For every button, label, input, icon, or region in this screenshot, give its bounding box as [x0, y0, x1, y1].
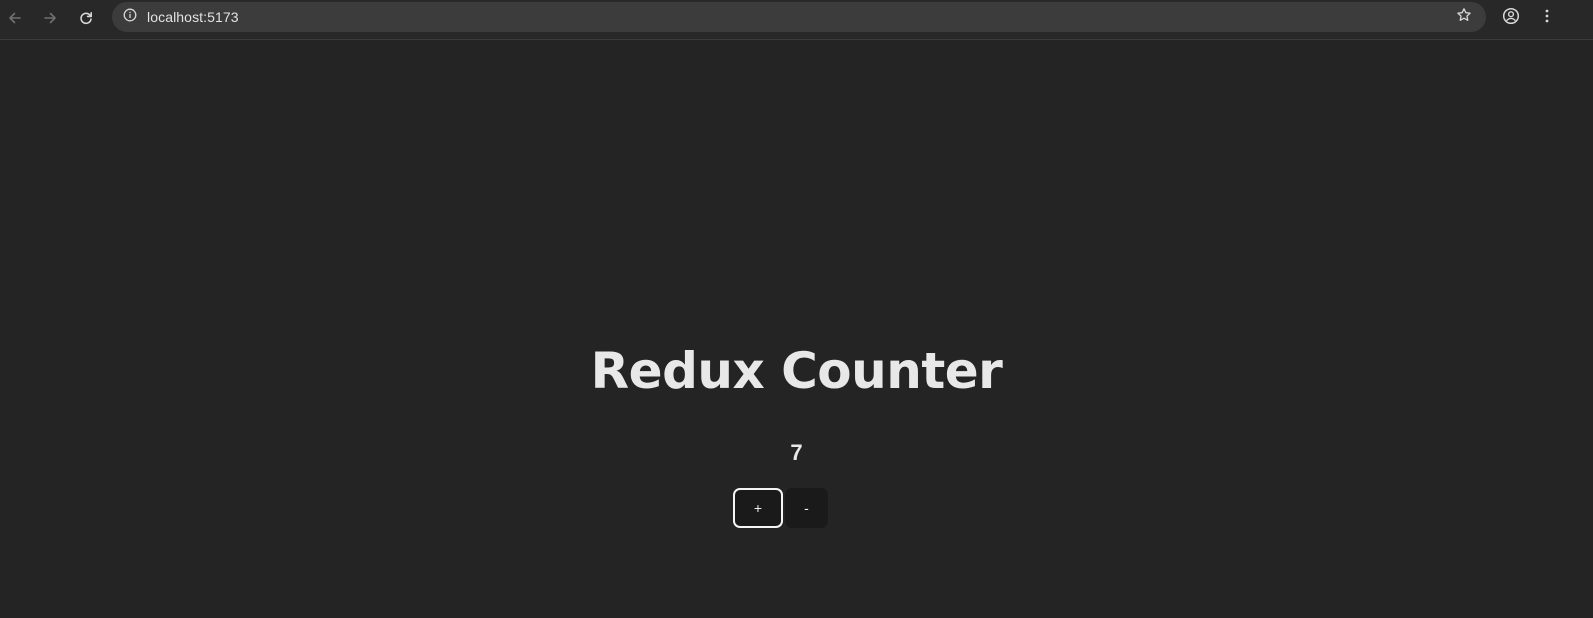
- site-info-button[interactable]: [118, 5, 142, 29]
- forward-button[interactable]: [36, 4, 64, 32]
- decrement-button[interactable]: -: [785, 488, 828, 528]
- browser-toolbar: localhost:5173: [0, 0, 1593, 40]
- info-circle-icon: [123, 8, 137, 27]
- reload-icon: [78, 10, 94, 26]
- browser-menu-button[interactable]: [1533, 4, 1561, 32]
- counter-value: 7: [790, 440, 803, 465]
- more-vert-icon: [1539, 8, 1555, 29]
- url-text[interactable]: localhost:5173: [147, 9, 239, 25]
- bookmark-button[interactable]: [1452, 5, 1476, 29]
- star-icon: [1456, 7, 1472, 28]
- address-bar[interactable]: localhost:5173: [112, 2, 1486, 32]
- account-circle-icon: [1502, 7, 1520, 30]
- arrow-right-icon: [42, 10, 58, 26]
- back-button[interactable]: [1, 4, 29, 32]
- page-content: Redux Counter 7 + -: [0, 40, 1593, 618]
- increment-button[interactable]: +: [733, 488, 783, 528]
- profile-button[interactable]: [1497, 4, 1525, 32]
- reload-button[interactable]: [72, 4, 100, 32]
- page-title: Redux Counter: [590, 342, 1003, 400]
- arrow-left-icon: [7, 10, 23, 26]
